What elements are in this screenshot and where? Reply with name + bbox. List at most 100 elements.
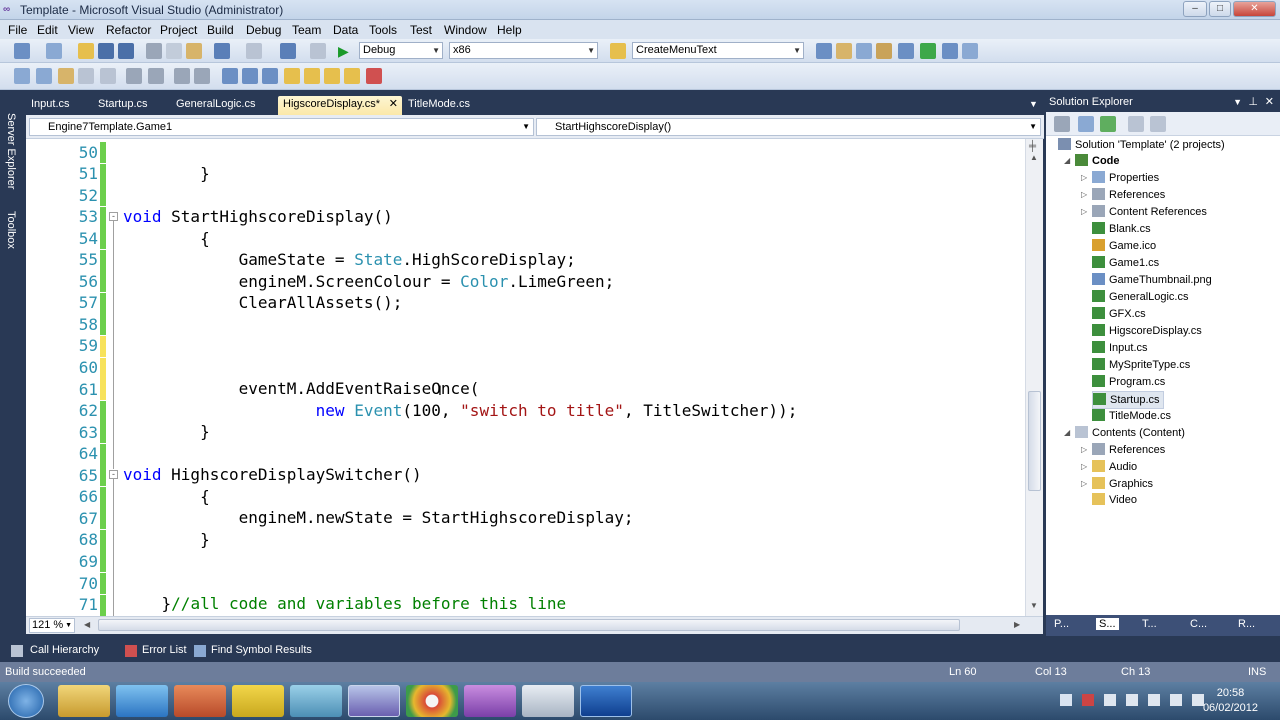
tree-item-label: Video <box>1109 494 1137 507</box>
tree-item[interactable]: GeneralLogic.cs <box>1092 289 1189 305</box>
minimize-button[interactable]: – <box>1183 1 1207 17</box>
paint-app-icon[interactable] <box>464 685 516 717</box>
tree-item[interactable]: Graphics <box>1092 476 1153 492</box>
tree-item[interactable]: Solution 'Template' (2 projects) <box>1058 137 1225 153</box>
show-all-files-icon[interactable] <box>1078 116 1094 132</box>
tree-item[interactable]: Startup.cs <box>1092 390 1164 409</box>
tab-dropdown-icon[interactable]: ▼ <box>1024 96 1043 115</box>
split-icon[interactable]: ╪ <box>1029 141 1036 152</box>
fireworks-icon[interactable] <box>232 685 284 717</box>
people-icon[interactable] <box>1170 694 1182 706</box>
code-text-area[interactable]: } void StartHighscoreDisplay() { GameSta… <box>0 0 1025 616</box>
tab-error-list[interactable]: Error List <box>142 644 187 656</box>
scroll-up-icon[interactable]: ▲ <box>1030 153 1038 162</box>
expand-arrow-icon[interactable]: ▷ <box>1081 190 1087 199</box>
code-line-62: new Event(100, "switch to title", TitleS… <box>123 400 798 422</box>
code-line-57: ClearAllAssets(); <box>123 293 403 312</box>
visual-studio-taskbar-icon[interactable] <box>348 685 400 717</box>
tree-item[interactable]: Properties <box>1092 170 1159 186</box>
tree-item[interactable]: Content References <box>1092 204 1207 220</box>
collapse-arrow-icon[interactable]: ◢ <box>1064 428 1070 437</box>
view-code-icon[interactable] <box>1128 116 1144 132</box>
mixed-app-icon[interactable] <box>174 685 226 717</box>
flag-icon[interactable] <box>1126 694 1138 706</box>
tab-team[interactable]: T... <box>1142 618 1157 630</box>
tree-item[interactable]: References <box>1092 442 1165 458</box>
expand-arrow-icon[interactable]: ▷ <box>1081 479 1087 488</box>
scroll-right-icon[interactable]: ▶ <box>1014 620 1020 629</box>
expand-arrow-icon[interactable]: ▷ <box>1081 462 1087 471</box>
code-text: GameState = <box>123 250 355 269</box>
chrome-icon[interactable] <box>406 685 458 717</box>
vertical-scrollbar[interactable]: ╪ ▲ ▼ <box>1025 139 1043 616</box>
tree-item[interactable]: Program.cs <box>1092 374 1165 390</box>
tree-item[interactable]: Game1.cs <box>1092 255 1159 271</box>
collapse-icon[interactable]: - <box>109 212 118 221</box>
tab-properties[interactable]: P... <box>1054 618 1069 630</box>
folder-icon <box>1092 493 1105 506</box>
close-icon[interactable]: ✕ <box>1265 94 1274 111</box>
type-name: Event <box>354 401 403 420</box>
close-button[interactable]: ✕ <box>1233 1 1276 17</box>
tree-item[interactable]: GameThumbnail.png <box>1092 272 1212 288</box>
keyword: void <box>123 465 162 484</box>
expand-arrow-icon[interactable]: ▷ <box>1081 445 1087 454</box>
collapse-icon[interactable]: - <box>109 470 118 479</box>
refs-icon <box>1092 188 1105 201</box>
tree-item-label: Program.cs <box>1109 375 1166 388</box>
tree-item[interactable]: References <box>1092 187 1165 203</box>
tree-item[interactable]: GFX.cs <box>1092 306 1146 322</box>
remote-app-icon[interactable] <box>580 685 632 717</box>
tab-class-view[interactable]: C... <box>1190 618 1207 630</box>
maximize-button[interactable]: □ <box>1209 1 1231 17</box>
cs-icon <box>1092 290 1105 303</box>
windows-explorer-icon[interactable] <box>58 685 110 717</box>
code-text: (100, <box>402 401 461 420</box>
tab-solution[interactable]: S... <box>1096 618 1119 630</box>
code-line-61: eventM.AddEventRaiseOnce( <box>123 379 480 398</box>
properties-icon[interactable] <box>1054 116 1070 132</box>
monitor-icon[interactable] <box>1148 694 1160 706</box>
scroll-left-icon[interactable]: ◀ <box>84 620 90 629</box>
tree-item[interactable]: Audio <box>1092 459 1137 475</box>
tree-item[interactable]: Game.ico <box>1092 238 1156 254</box>
zoom-select[interactable]: 121 % ▼ <box>29 618 75 633</box>
collapse-arrow-icon[interactable]: ◢ <box>1064 156 1070 165</box>
status-char: Ch 13 <box>1121 666 1151 678</box>
tree-item[interactable]: Contents (Content) <box>1075 425 1185 441</box>
tree-item[interactable]: Blank.cs <box>1092 221 1151 237</box>
system-clock[interactable]: 20:58 06/02/2012 <box>1203 686 1258 716</box>
security-icon[interactable] <box>1082 694 1094 706</box>
refresh-icon[interactable] <box>1100 116 1116 132</box>
tree-item-label: Contents (Content) <box>1092 426 1185 439</box>
expand-arrow-icon[interactable]: ▷ <box>1081 207 1087 216</box>
tree-item[interactable]: Video <box>1092 492 1137 508</box>
horizontal-scrollbar[interactable]: 121 % ▼ ◀ ▶ <box>26 616 1043 634</box>
scroll-thumb[interactable] <box>1028 391 1041 491</box>
find-symbol-icon <box>194 645 206 657</box>
expand-arrow-icon[interactable]: ▷ <box>1081 173 1087 182</box>
view-class-diagram-icon[interactable] <box>1150 116 1166 132</box>
tab-find-symbol-results[interactable]: Find Symbol Results <box>211 644 312 656</box>
scroll-down-icon[interactable]: ▼ <box>1030 601 1038 610</box>
tray-expand-icon[interactable] <box>1060 694 1072 706</box>
start-button-icon[interactable] <box>8 684 44 718</box>
type-name: Color <box>460 272 509 291</box>
network-icon[interactable] <box>1104 694 1116 706</box>
tree-item-label: GameThumbnail.png <box>1109 274 1212 287</box>
tree-item[interactable]: HigscoreDisplay.cs <box>1092 323 1202 339</box>
tree-item[interactable]: TitleMode.cs <box>1092 408 1171 424</box>
tree-item[interactable]: Code <box>1075 153 1120 169</box>
horizontal-scroll-thumb[interactable] <box>98 619 960 631</box>
tab-call-hierarchy[interactable]: Call Hierarchy <box>30 644 99 656</box>
notes-icon[interactable] <box>290 685 342 717</box>
tree-item-label: Startup.cs <box>1110 393 1160 406</box>
calculator-icon[interactable] <box>522 685 574 717</box>
tree-item[interactable]: MySpriteType.cs <box>1092 357 1190 373</box>
pin-icon[interactable]: ⊥ <box>1248 94 1258 111</box>
tree-item[interactable]: Input.cs <box>1092 340 1148 356</box>
tab-resource-view[interactable]: R... <box>1238 618 1255 630</box>
internet-explorer-icon[interactable] <box>116 685 168 717</box>
dropdown-icon[interactable]: ▼ <box>1233 94 1242 111</box>
tree-item-label: Game.ico <box>1109 240 1157 253</box>
